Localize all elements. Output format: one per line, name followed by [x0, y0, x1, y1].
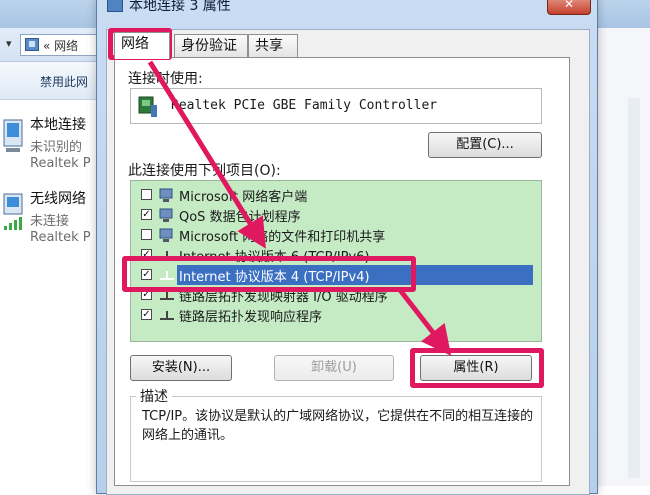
address-crumb: « 网络 [43, 39, 79, 53]
network-folder-icon [25, 38, 39, 51]
items-label: 此连接使用下列项目(O): [128, 163, 281, 179]
connection-device: Realtek P [30, 230, 91, 245]
checkbox[interactable]: ✓ [141, 209, 152, 220]
connection-status: 未连接 [30, 214, 70, 229]
list-item[interactable]: ✓ QoS 数据包计划程序 [141, 205, 541, 225]
annotation-box-properties-button [410, 348, 544, 388]
list-item-selected[interactable]: ✓ Internet 协议版本 4 (TCP/IPv4) [141, 265, 541, 285]
configure-button[interactable]: 配置(C)... [428, 132, 542, 158]
checkbox[interactable] [141, 189, 152, 200]
checkbox[interactable]: ✓ [141, 309, 152, 320]
tab-authentication[interactable]: 身份验证 [174, 34, 248, 58]
item-label: Microsoft 网络客户端 [179, 190, 308, 205]
connection-name: 无线网络 [30, 191, 86, 207]
install-button[interactable]: 安装(N)... [130, 355, 232, 381]
explorer-scrollbar[interactable] [628, 98, 640, 478]
checkbox[interactable] [141, 229, 152, 240]
item-label: 链路层拓扑发现响应程序 [179, 310, 323, 325]
network-client-icon [159, 188, 173, 202]
uninstall-button[interactable]: 卸载(U) [274, 355, 394, 381]
wireless-connection-icon [3, 193, 23, 230]
connect-using-label: 连接时使用: [128, 71, 203, 87]
list-item[interactable]: ✓ 链路层拓扑发现响应程序 [141, 305, 541, 325]
description-label: 描述 [136, 386, 172, 406]
description-text: TCP/IP。该协议是默认的广域网络协议，它提供在不同的相互连接的网络上的通讯。 [142, 409, 534, 443]
dialog-title: 本地连接 3 属性 [129, 0, 231, 14]
tab-sharing[interactable]: 共享 [248, 34, 298, 58]
adapter-field: Realtek PCIe GBE Family Controller [130, 88, 542, 124]
protocol-icon [160, 311, 174, 320]
item-label: Microsoft 网络的文件和打印机共享 [179, 230, 386, 245]
connection-device: Realtek P [30, 156, 91, 171]
close-icon[interactable]: ✕ [547, 0, 591, 15]
network-adapter-icon [107, 0, 123, 12]
list-item[interactable]: Microsoft 网络客户端 [141, 185, 541, 205]
item-label: QoS 数据包计划程序 [179, 210, 301, 225]
network-card-icon [138, 96, 157, 117]
qos-scheduler-icon [159, 208, 173, 222]
nav-dropdown-icon[interactable]: ▾ [6, 37, 12, 50]
list-item[interactable]: Microsoft 网络的文件和打印机共享 [141, 225, 541, 245]
file-printer-sharing-icon [159, 228, 173, 242]
tab-network[interactable]: 网络 [114, 32, 170, 59]
protocol-icon [160, 271, 174, 280]
connection-item-wireless[interactable]: 无线网络 未连接 Realtek P [0, 186, 110, 256]
connection-name: 本地连接 [30, 117, 86, 133]
disable-device-button[interactable]: 禁用此网 [40, 73, 88, 90]
adapter-name: Realtek PCIe GBE Family Controller [171, 98, 438, 113]
wired-connection-icon [3, 119, 23, 152]
explorer-right-pane [598, 28, 650, 486]
connection-status: 未识别的 [30, 140, 83, 155]
connection-item-local[interactable]: 本地连接 未识别的 Realtek P [0, 112, 110, 182]
item-label: Internet 协议版本 4 (TCP/IPv4) [179, 270, 370, 285]
